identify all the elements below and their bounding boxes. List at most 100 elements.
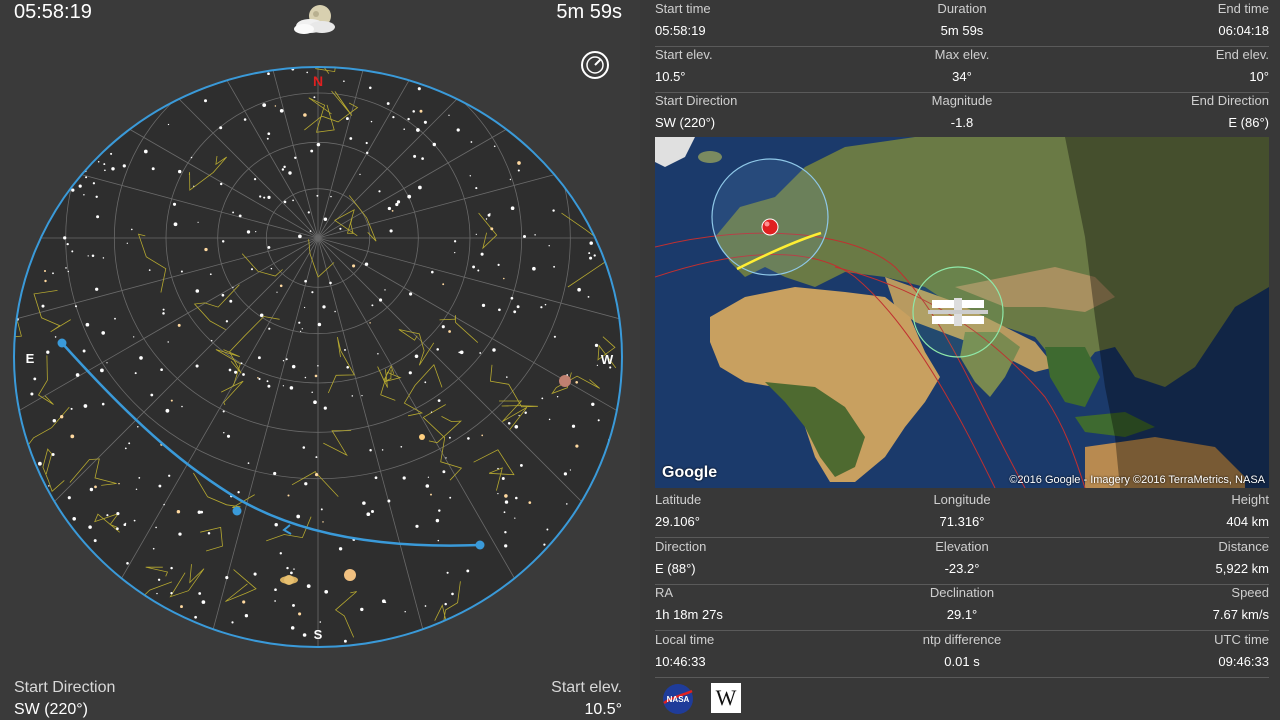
- end-time-label: End time: [1217, 1, 1269, 16]
- star: [270, 267, 273, 270]
- star: [286, 566, 289, 570]
- star: [54, 336, 57, 338]
- star: [104, 169, 106, 172]
- magnitude-value: -1.8: [950, 115, 974, 130]
- star: [231, 621, 234, 624]
- star: [89, 487, 94, 492]
- star: [290, 571, 293, 575]
- star: [548, 418, 551, 421]
- compass-west: W: [601, 352, 614, 367]
- star: [51, 452, 55, 457]
- nasa-logo-icon[interactable]: NASA: [662, 683, 694, 715]
- elevation-label: Elevation: [935, 539, 989, 554]
- star: [41, 304, 45, 308]
- star: [436, 348, 439, 351]
- star: [492, 348, 496, 352]
- start-elev-label: Start elev.: [655, 47, 713, 62]
- star: [548, 245, 550, 247]
- planet-jupiter[interactable]: [344, 569, 356, 581]
- star: [124, 447, 127, 450]
- star: [226, 434, 231, 438]
- star: [304, 279, 307, 283]
- star: [207, 531, 211, 535]
- star: [116, 527, 119, 531]
- star: [282, 385, 285, 387]
- bright-star: [419, 434, 425, 440]
- star: [139, 356, 143, 360]
- star: [253, 572, 257, 576]
- star: [467, 437, 470, 440]
- star: [343, 639, 347, 643]
- star: [181, 405, 183, 408]
- star: [279, 108, 284, 113]
- star: [510, 206, 515, 211]
- star: [552, 209, 555, 212]
- star: [563, 472, 568, 476]
- star: [101, 402, 105, 406]
- star: [330, 195, 332, 198]
- star: [95, 287, 99, 291]
- star: [222, 410, 225, 413]
- star: [128, 442, 131, 445]
- star: [162, 312, 165, 315]
- star: [323, 217, 328, 222]
- star: [195, 289, 200, 293]
- star: [116, 512, 120, 516]
- star: [152, 547, 155, 550]
- latitude-label: Latitude: [655, 492, 702, 507]
- star: [379, 298, 383, 302]
- pass-end-marker: [57, 338, 67, 348]
- star: [591, 402, 595, 406]
- satellite-map[interactable]: Google ©2016 Google - Imagery ©2016 Terr…: [655, 137, 1269, 488]
- observer-marker-highlight: [764, 221, 770, 227]
- star: [67, 496, 71, 500]
- star: [541, 397, 544, 400]
- svg-text:NASA: NASA: [667, 695, 690, 704]
- star: [94, 485, 97, 489]
- star: [52, 418, 57, 423]
- star: [267, 195, 271, 200]
- wikipedia-icon[interactable]: W: [711, 683, 741, 713]
- compass-north: N: [313, 73, 323, 89]
- star: [575, 444, 579, 448]
- end-direction-label: End Direction: [1190, 93, 1269, 108]
- start-elev-value: 10.5°: [584, 701, 622, 718]
- sky-chart[interactable]: N S E W: [0, 0, 640, 720]
- star: [70, 434, 75, 439]
- star: [204, 99, 207, 103]
- star: [374, 476, 378, 480]
- local-time-value: 10:46:33: [655, 654, 706, 669]
- planet-mars[interactable]: [559, 375, 571, 387]
- partly-cloudy-night-icon: [294, 5, 335, 34]
- star: [309, 230, 312, 232]
- star: [267, 384, 271, 388]
- height-label: Height: [1231, 492, 1269, 507]
- star: [263, 196, 266, 199]
- star: [193, 185, 195, 187]
- star: [519, 463, 523, 467]
- star: [72, 517, 76, 521]
- star: [597, 419, 600, 422]
- declination-value: 29.1°: [946, 607, 978, 622]
- star: [497, 467, 499, 470]
- star: [477, 269, 480, 272]
- star: [444, 602, 447, 606]
- star: [430, 411, 433, 413]
- iss-icon[interactable]: [928, 298, 988, 326]
- star: [223, 431, 225, 434]
- star: [180, 605, 183, 609]
- star: [30, 392, 34, 396]
- star: [177, 323, 181, 327]
- star: [310, 149, 314, 153]
- star: [316, 194, 319, 197]
- compass-east: E: [26, 351, 35, 366]
- compass-clock-icon[interactable]: [580, 50, 610, 80]
- star: [381, 449, 384, 451]
- star: [237, 491, 240, 494]
- star: [498, 308, 501, 312]
- star: [544, 303, 547, 306]
- star: [167, 123, 170, 126]
- star: [446, 571, 449, 574]
- star: [240, 362, 243, 365]
- observer-location-marker[interactable]: [761, 218, 779, 236]
